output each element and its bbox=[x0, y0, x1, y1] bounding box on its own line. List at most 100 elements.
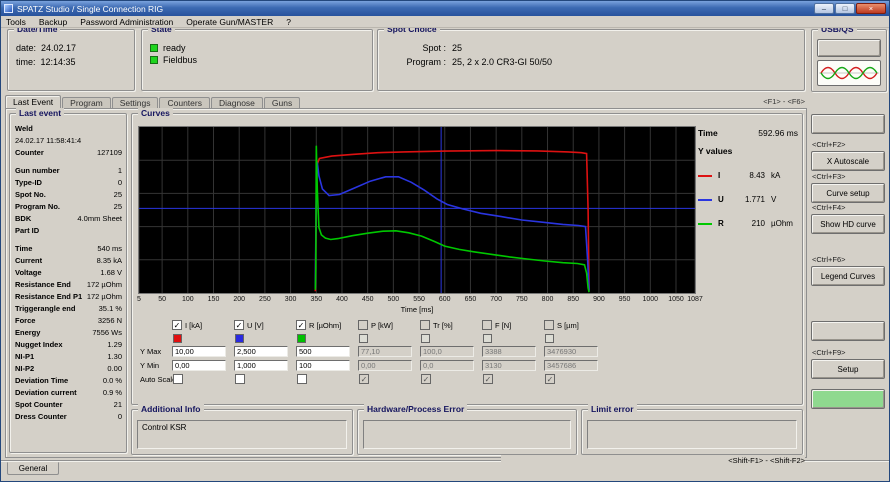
last-event-row: NI-P2 0.00 bbox=[15, 363, 122, 375]
sidebar-button-x-autoscale[interactable]: X Autoscale bbox=[811, 151, 885, 171]
ymin-input-u-v[interactable] bbox=[234, 360, 288, 371]
ymin-input-i-ka[interactable] bbox=[172, 360, 226, 371]
autoscale-checkbox-i-ka[interactable] bbox=[173, 374, 183, 384]
field-value: 21 bbox=[113, 400, 122, 409]
menu-item-password-administration[interactable]: Password Administration bbox=[80, 17, 173, 27]
last-event-row: Program No. 25 bbox=[15, 201, 122, 213]
limit-error-panel: Limit error bbox=[581, 404, 803, 455]
tab-guns[interactable]: Guns bbox=[263, 97, 301, 108]
field-value: 1.68 V bbox=[100, 268, 122, 277]
app-icon bbox=[4, 4, 13, 13]
channel-toggle-s-m[interactable] bbox=[544, 320, 554, 330]
x-tick-label: 350 bbox=[310, 296, 323, 303]
close-icon[interactable]: × bbox=[856, 3, 886, 14]
x-tick-label: 550 bbox=[413, 296, 425, 303]
maximize-icon[interactable]: □ bbox=[835, 3, 855, 14]
channel-toggle-r-ohm[interactable]: ✓ bbox=[296, 320, 306, 330]
state-label: ready bbox=[163, 43, 186, 53]
autoscale-row-label: Auto Scale bbox=[140, 375, 177, 384]
x-tick-label: 950 bbox=[618, 296, 631, 303]
channel-toggle-u-v[interactable]: ✓ bbox=[234, 320, 244, 330]
channel-toggle-i-ka[interactable]: ✓ bbox=[172, 320, 182, 330]
autoscale-checkbox-f-n[interactable]: ✓ bbox=[483, 374, 493, 384]
tab-program[interactable]: Program bbox=[62, 97, 111, 108]
field-value: 0.9 % bbox=[102, 388, 122, 397]
x-tick-label: 450 bbox=[361, 296, 374, 303]
ymin-input-r-ohm[interactable] bbox=[296, 360, 350, 371]
sidebar-button-blank[interactable] bbox=[811, 114, 885, 134]
x-tick-label: 200 bbox=[233, 296, 246, 303]
x-tick-label: 600 bbox=[438, 296, 451, 303]
x-tick-label: 300 bbox=[284, 296, 297, 303]
sidebar-button-green[interactable] bbox=[811, 389, 885, 409]
tab-general[interactable]: General bbox=[7, 462, 59, 475]
ymax-input-i-ka[interactable] bbox=[172, 346, 226, 357]
menu-item-backup[interactable]: Backup bbox=[39, 17, 67, 27]
tab-settings[interactable]: Settings bbox=[111, 97, 159, 108]
curves-chart[interactable] bbox=[138, 126, 696, 294]
autoscale-checkbox-p-kw[interactable]: ✓ bbox=[359, 374, 369, 384]
legend-line-icon bbox=[698, 174, 712, 177]
channel-color-swatch bbox=[297, 334, 306, 343]
autoscale-checkbox-s-m[interactable]: ✓ bbox=[545, 374, 555, 384]
curves-panel-title: Curves bbox=[138, 108, 173, 118]
date-value: 24.02.17 bbox=[41, 43, 77, 53]
channel-toggle-f-n[interactable] bbox=[482, 320, 492, 330]
legend-entries: I 8.43 kA U 1.771 V R 210 µOhm bbox=[698, 171, 798, 228]
sidebar-button-curve-setup[interactable]: Curve setup bbox=[811, 183, 885, 203]
program-label: Program : bbox=[406, 57, 446, 67]
field-label: Time bbox=[15, 244, 33, 253]
program-value: 25, 2 x 2.0 CR3-GI 50/50 bbox=[452, 57, 553, 67]
field-label: Nugget Index bbox=[15, 340, 63, 349]
field-value: 7556 Ws bbox=[92, 328, 122, 337]
autoscale-checkbox-u-v[interactable] bbox=[235, 374, 245, 384]
channel-color-swatch bbox=[483, 334, 492, 343]
tab-last-event[interactable]: Last Event bbox=[5, 95, 62, 108]
sidebar-button-blank[interactable] bbox=[811, 321, 885, 341]
tab-counters[interactable]: Counters bbox=[159, 97, 210, 108]
time-label: time: bbox=[16, 57, 36, 67]
sidebar-button-legend-curves[interactable]: Legend Curves bbox=[811, 266, 885, 286]
field-value: 0 bbox=[117, 412, 122, 421]
field-label: Resistance End bbox=[15, 280, 71, 289]
field-value: 1.30 bbox=[107, 352, 122, 361]
last-event-panel-title: Last event bbox=[16, 108, 65, 118]
minimize-icon[interactable]: – bbox=[814, 3, 834, 14]
menu-item-operate-gun-master[interactable]: Operate Gun/MASTER bbox=[186, 17, 273, 27]
legend-entry-u: U 1.771 V bbox=[698, 195, 798, 204]
menu-item-tools[interactable]: Tools bbox=[6, 17, 26, 27]
autoscale-checkbox-r-ohm[interactable] bbox=[297, 374, 307, 384]
x-tick-label: 250 bbox=[259, 296, 271, 303]
channel-color-swatch bbox=[421, 334, 430, 343]
field-value: 0.00 bbox=[107, 364, 122, 373]
hotkey-label: <Ctrl+F3> bbox=[812, 172, 846, 181]
channel-toggle-tr[interactable] bbox=[420, 320, 430, 330]
window-controls: – □ × bbox=[814, 3, 886, 14]
curves-plot bbox=[138, 127, 696, 293]
ymax-input-r-ohm[interactable] bbox=[296, 346, 350, 357]
last-event-row: Energy 7556 Ws bbox=[15, 327, 122, 339]
field-value: 25 bbox=[113, 190, 122, 199]
tab-diagnose[interactable]: Diagnose bbox=[210, 97, 263, 108]
ymin-input-p-kw bbox=[358, 360, 412, 371]
field-value: 540 ms bbox=[97, 244, 122, 253]
sidebar-button-setup[interactable]: Setup bbox=[811, 359, 885, 379]
x-tick-label: 100 bbox=[181, 296, 194, 303]
state-list: ready Fieldbus bbox=[142, 30, 372, 65]
sidebar: <Ctrl+F2> X Autoscale <Ctrl+F3> Curve setup… bbox=[809, 1, 889, 481]
autoscale-checkbox-tr[interactable]: ✓ bbox=[421, 374, 431, 384]
sidebar-button-show-hd-curve[interactable]: Show HD curve bbox=[811, 214, 885, 234]
field-label: Spot Counter bbox=[15, 400, 63, 409]
ymax-input-u-v[interactable] bbox=[234, 346, 288, 357]
hotkey-label: <Ctrl+F2> bbox=[812, 140, 846, 149]
ymax-input-tr bbox=[420, 346, 474, 357]
x-tick-label: 500 bbox=[387, 296, 400, 303]
last-event-row: Spot No. 25 bbox=[15, 189, 122, 201]
field-value: 3256 N bbox=[97, 316, 122, 325]
menu-item-item[interactable]: ? bbox=[286, 17, 291, 27]
field-label: Force bbox=[15, 316, 36, 325]
channel-toggle-p-kw[interactable] bbox=[358, 320, 368, 330]
last-event-row: Deviation current 0.9 % bbox=[15, 387, 122, 399]
ymax-input-f-n bbox=[482, 346, 536, 357]
field-value: 0.0 % bbox=[102, 376, 122, 385]
